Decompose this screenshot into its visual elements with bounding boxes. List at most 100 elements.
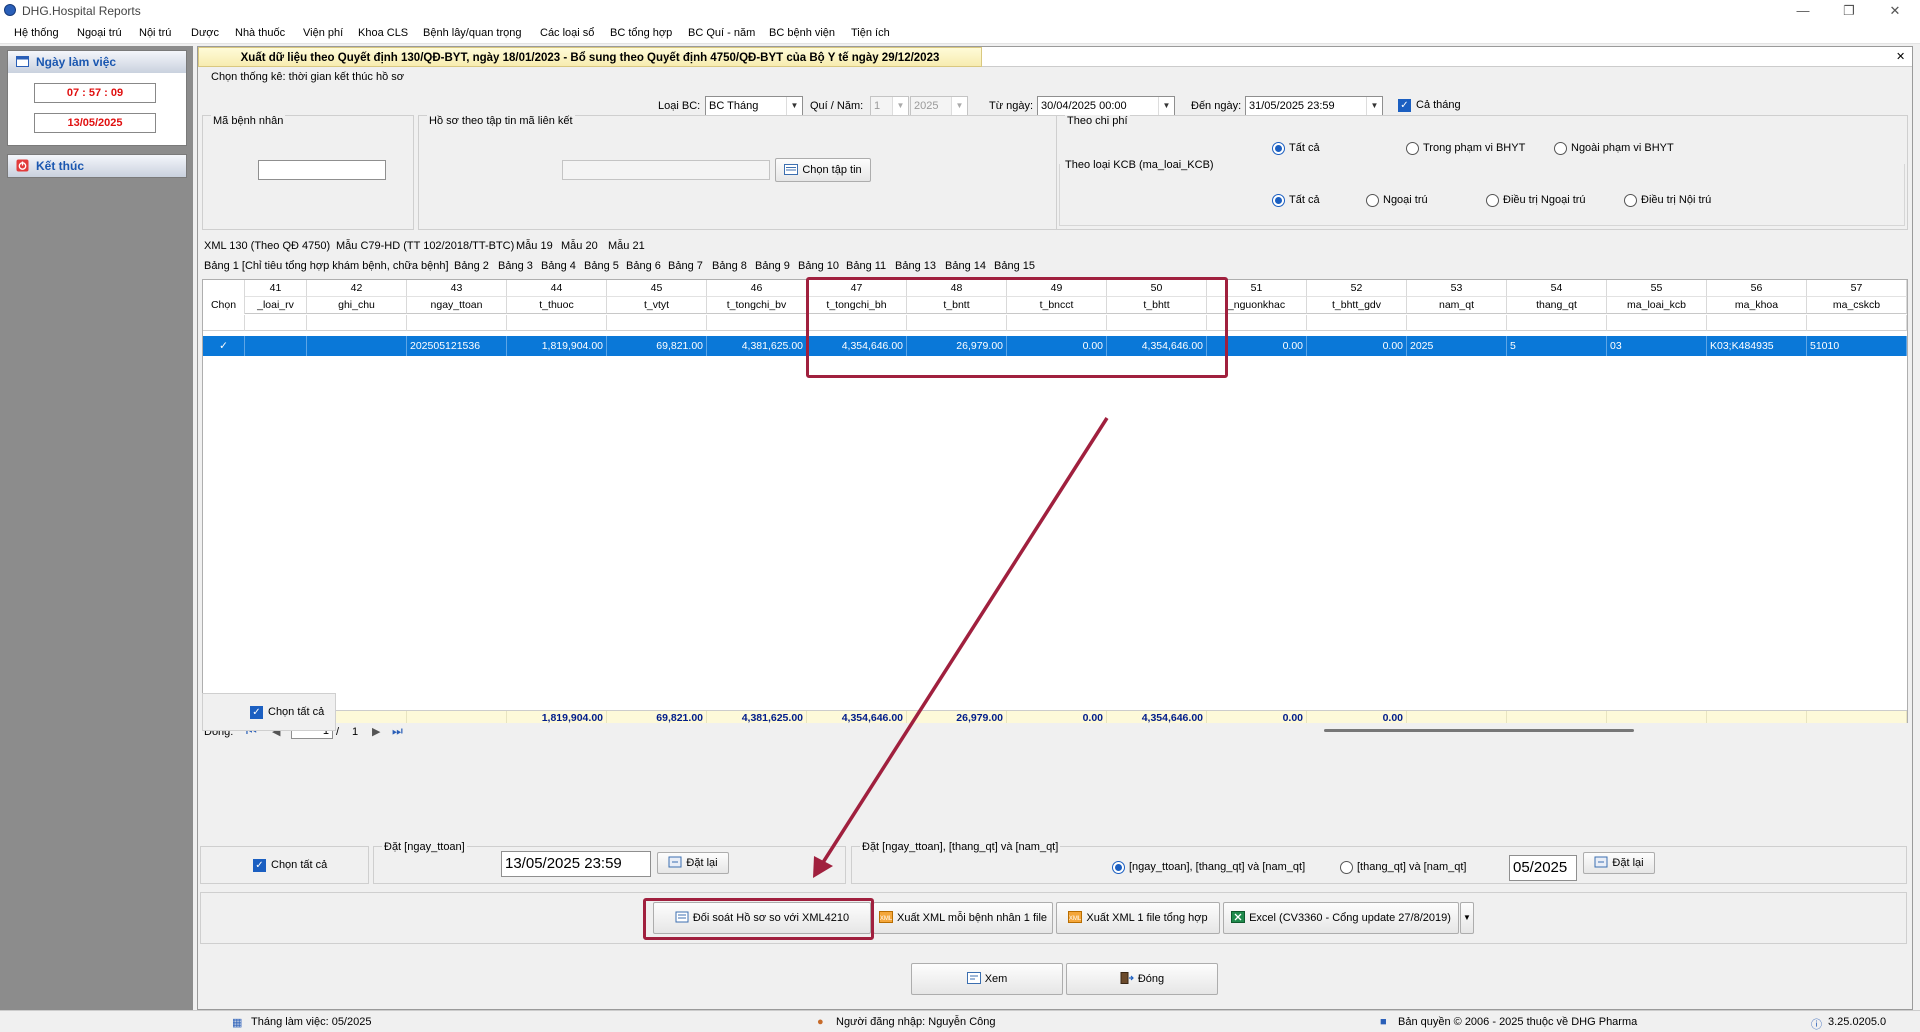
col-header[interactable]: t_vtyt	[607, 297, 707, 314]
menu-bc-tong-hop[interactable]: BC tổng hợp	[610, 27, 672, 39]
chi-phi-tat-ca-radio[interactable]	[1272, 142, 1285, 155]
chon-tat-ca-checkbox[interactable]: ✓	[250, 706, 263, 719]
menu-vien-phi[interactable]: Viện phí	[303, 27, 343, 39]
filter-cell[interactable]	[1707, 315, 1807, 331]
table-cell[interactable]: 1,819,904.00	[507, 336, 607, 356]
dat-lai-button-2[interactable]: Đặt lại	[1583, 852, 1655, 874]
col-header-chon[interactable]: Chọn	[203, 297, 245, 314]
col-header[interactable]: t_bhtt_gdv	[1307, 297, 1407, 314]
menu-bc-benh-vien[interactable]: BC bệnh viện	[769, 27, 835, 39]
chi-phi-ngoai-bhyt-radio[interactable]	[1554, 142, 1567, 155]
table-cell[interactable]: K03;K484935	[1707, 336, 1807, 356]
tab-table-3[interactable]: Bảng 4	[541, 260, 576, 272]
table-cell[interactable]: 03	[1607, 336, 1707, 356]
thang-input[interactable]: 05/2025	[1509, 855, 1577, 881]
excel-button[interactable]: Excel (CV3360 - Cổng update 27/8/2019)	[1223, 902, 1459, 934]
kcb-tat-ca-radio[interactable]	[1272, 194, 1285, 207]
filter-cell[interactable]	[707, 315, 807, 331]
xem-button[interactable]: Xem	[911, 963, 1063, 995]
close-tab-icon[interactable]: ✕	[1896, 50, 1905, 63]
filter-cell[interactable]	[307, 315, 407, 331]
col-header[interactable]: _loai_rv	[245, 297, 307, 314]
col-header[interactable]: nam_qt	[1407, 297, 1507, 314]
menu-ngoai-tru[interactable]: Ngoại trú	[77, 27, 122, 39]
menu-khoa-cls[interactable]: Khoa CLS	[358, 27, 408, 39]
tab-report-2[interactable]: Mẫu 19	[516, 240, 553, 252]
menu-tien-ich[interactable]: Tiện ích	[851, 27, 890, 39]
row-checkbox[interactable]: ✓	[203, 336, 245, 356]
dat-lai-button-1[interactable]: Đặt lại	[657, 852, 729, 874]
opt1-radio[interactable]	[1112, 861, 1125, 874]
horizontal-scrollbar[interactable]	[1324, 729, 1634, 732]
tab-report-4[interactable]: Mẫu 21	[608, 240, 645, 252]
col-header[interactable]: t_thuoc	[507, 297, 607, 314]
menu-cac-loai-so[interactable]: Các loại sổ	[540, 27, 594, 39]
nam-select[interactable]: 2025 ▼	[910, 96, 968, 116]
chevron-down-icon[interactable]: ▼	[1158, 97, 1174, 115]
menu-benh-lay[interactable]: Bệnh lây/quan trọng	[423, 27, 521, 39]
opt2-radio[interactable]	[1340, 861, 1353, 874]
next-page-icon[interactable]: ▶	[372, 725, 380, 738]
kcb-ngoai-tru-radio[interactable]	[1366, 194, 1379, 207]
close-window-button[interactable]: ✕	[1872, 0, 1918, 22]
table-cell[interactable]: 4,381,625.00	[707, 336, 807, 356]
tab-table-10[interactable]: Bảng 11	[846, 260, 886, 272]
filter-cell[interactable]	[245, 315, 307, 331]
ca-thang-checkbox[interactable]: ✓	[1398, 99, 1411, 112]
minimize-button[interactable]: —	[1780, 0, 1826, 22]
exit-button[interactable]: Kết thúc	[8, 155, 186, 177]
xuat-tong-button[interactable]: XML Xuất XML 1 file tổng hợp	[1056, 902, 1220, 934]
menu-nha-thuoc[interactable]: Nhà thuốc	[235, 27, 285, 39]
tab-report-0[interactable]: XML 130 (Theo QĐ 4750)	[204, 240, 330, 252]
table-cell[interactable]: 2025	[1407, 336, 1507, 356]
last-page-icon[interactable]: ⏭	[392, 724, 403, 739]
table-cell[interactable]: 69,821.00	[607, 336, 707, 356]
loai-bc-select[interactable]: BC Tháng ▼	[705, 96, 803, 116]
col-header[interactable]: ma_loai_kcb	[1607, 297, 1707, 314]
ngay-ttoan-input[interactable]: 13/05/2025 23:59	[501, 851, 651, 877]
filter-cell[interactable]	[1607, 315, 1707, 331]
tab-table-2[interactable]: Bảng 3	[498, 260, 533, 272]
tu-ngay-input[interactable]: 30/04/2025 00:00 ▼	[1037, 96, 1175, 116]
menu-noi-tru[interactable]: Nội trú	[139, 27, 171, 39]
tab-table-7[interactable]: Bảng 8	[712, 260, 747, 272]
filter-cell[interactable]	[1507, 315, 1607, 331]
table-cell[interactable]: 0.00	[1307, 336, 1407, 356]
col-header[interactable]: ngay_ttoan	[407, 297, 507, 314]
file-path-input[interactable]	[562, 160, 770, 180]
chon-tap-tin-button[interactable]: Chọn tập tin	[775, 158, 871, 182]
col-header[interactable]: t_tongchi_bv	[707, 297, 807, 314]
tab-table-1[interactable]: Bảng 2	[454, 260, 489, 272]
quy-select[interactable]: 1 ▼	[870, 96, 909, 116]
tab-table-0[interactable]: Bảng 1 [Chỉ tiêu tổng hợp khám bệnh, chữ…	[204, 260, 449, 272]
chevron-down-icon[interactable]: ▼	[1366, 97, 1382, 115]
kcb-dieu-tri-ngoai-tru-radio[interactable]	[1486, 194, 1499, 207]
tab-table-6[interactable]: Bảng 7	[668, 260, 703, 272]
tab-report-1[interactable]: Mẫu C79-HD (TT 102/2018/TT-BTC)	[336, 240, 514, 252]
tab-table-9[interactable]: Bảng 10	[798, 260, 839, 272]
col-header[interactable]: ma_khoa	[1707, 297, 1807, 314]
table-cell[interactable]: 202505121536	[407, 336, 507, 356]
chi-phi-trong-bhyt-radio[interactable]	[1406, 142, 1419, 155]
filter-cell[interactable]	[607, 315, 707, 331]
filter-cell[interactable]	[507, 315, 607, 331]
col-header[interactable]: ma_cskcb	[1807, 297, 1907, 314]
select-all-checkbox[interactable]: ✓	[253, 859, 266, 872]
tab-table-12[interactable]: Bảng 14	[945, 260, 986, 272]
tab-table-11[interactable]: Bảng 13	[895, 260, 936, 272]
tab-table-13[interactable]: Bảng 15	[994, 260, 1035, 272]
excel-dropdown-button[interactable]: ▼	[1460, 902, 1474, 934]
tab-table-4[interactable]: Bảng 5	[584, 260, 619, 272]
menu-duoc[interactable]: Dược	[191, 27, 219, 39]
col-header[interactable]: thang_qt	[1507, 297, 1607, 314]
table-cell[interactable]	[307, 336, 407, 356]
filter-cell[interactable]	[407, 315, 507, 331]
menu-he-thong[interactable]: Hệ thống	[14, 27, 59, 39]
filter-cell[interactable]	[1307, 315, 1407, 331]
chevron-down-icon[interactable]: ▼	[786, 97, 802, 115]
table-cell[interactable]: 51010	[1807, 336, 1907, 356]
den-ngay-input[interactable]: 31/05/2025 23:59 ▼	[1245, 96, 1383, 116]
kcb-dieu-tri-noi-tru-radio[interactable]	[1624, 194, 1637, 207]
table-cell[interactable]	[245, 336, 307, 356]
dong-button[interactable]: Đóng	[1066, 963, 1218, 995]
